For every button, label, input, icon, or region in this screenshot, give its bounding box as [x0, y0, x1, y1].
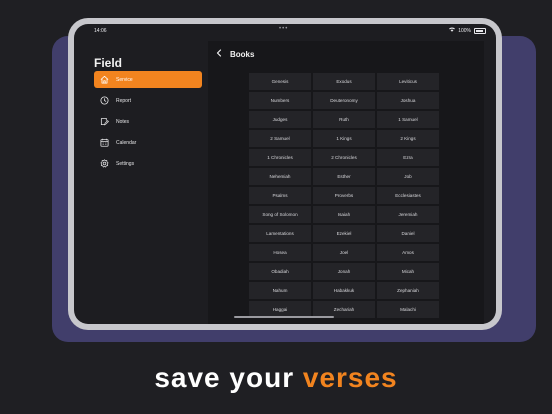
sidebar-item-label: Settings: [116, 160, 135, 167]
notes-icon: [100, 117, 109, 126]
book-button[interactable]: Genesis: [249, 73, 311, 90]
book-button[interactable]: Hosea: [249, 244, 311, 261]
book-button[interactable]: Proverbs: [313, 187, 375, 204]
sidebar-item-notes[interactable]: Notes: [94, 113, 202, 130]
multitask-dots[interactable]: •••: [279, 26, 288, 32]
wifi-icon: [449, 27, 456, 34]
book-button[interactable]: Habakkuk: [313, 282, 375, 299]
sidebar-item-calendar[interactable]: Calendar: [94, 134, 202, 151]
battery-percent: 100%: [458, 27, 471, 34]
book-button[interactable]: Obadiah: [249, 263, 311, 280]
books-grid: Genesis Exodus Leviticus Numbers Deuteronomy…: [249, 73, 439, 318]
book-button[interactable]: Joel: [313, 244, 375, 261]
book-button[interactable]: Zephaniah: [377, 282, 439, 299]
status-right: 100%: [449, 27, 486, 34]
sidebar-item-label: Report: [116, 97, 132, 104]
book-button[interactable]: 2 Chronicles: [313, 149, 375, 166]
battery-icon: [474, 27, 486, 34]
book-button[interactable]: Jeremiah: [377, 206, 439, 223]
book-button[interactable]: Job: [377, 168, 439, 185]
book-button[interactable]: 1 Samuel: [377, 111, 439, 128]
sidebar-item-report[interactable]: Report: [94, 92, 202, 109]
book-button[interactable]: Esther: [313, 168, 375, 185]
book-button[interactable]: 1 Kings: [313, 130, 375, 147]
book-button[interactable]: Joshua: [377, 92, 439, 109]
sidebar-item-settings[interactable]: Settings: [94, 155, 202, 172]
home-indicator[interactable]: [234, 316, 334, 318]
book-button[interactable]: Lamentations: [249, 225, 311, 242]
book-button[interactable]: Ezra: [377, 149, 439, 166]
books-panel: Books Genesis Exodus Leviticus Numbers Deute…: [208, 41, 484, 324]
book-button[interactable]: 2 Kings: [377, 130, 439, 147]
sidebar-item-label: Calendar: [116, 139, 137, 146]
book-button[interactable]: Ecclesiastes: [377, 187, 439, 204]
sidebar-item-label: Notes: [116, 118, 130, 125]
book-button[interactable]: Nehemiah: [249, 168, 311, 185]
tagline-highlight: verses: [302, 362, 398, 393]
book-button[interactable]: Deuteronomy: [313, 92, 375, 109]
book-button[interactable]: Malachi: [377, 301, 439, 318]
clock-icon: [100, 96, 109, 105]
book-button[interactable]: Ezekiel: [313, 225, 375, 242]
book-button[interactable]: Nahum: [249, 282, 311, 299]
sidebar-nav: Service Report Notes Calendar Settings: [94, 71, 202, 176]
book-button[interactable]: Judges: [249, 111, 311, 128]
book-button[interactable]: Exodus: [313, 73, 375, 90]
book-button[interactable]: Numbers: [249, 92, 311, 109]
sidebar-item-service[interactable]: Service: [94, 71, 202, 88]
home-icon: [100, 75, 109, 84]
book-button[interactable]: Song of Solomon: [249, 206, 311, 223]
back-chevron-icon[interactable]: [216, 49, 222, 60]
tagline: save your verses: [0, 362, 552, 394]
book-button[interactable]: Psalms: [249, 187, 311, 204]
sidebar: Field Service Report Notes Calendar Sett…: [74, 24, 208, 324]
gear-icon: [100, 159, 109, 168]
tablet-frame: 14:06 ••• 100% Field Service Report Note…: [68, 18, 502, 330]
book-button[interactable]: Ruth: [313, 111, 375, 128]
tagline-prefix: save your: [154, 362, 303, 393]
book-button[interactable]: Micah: [377, 263, 439, 280]
book-button[interactable]: Isaiah: [313, 206, 375, 223]
book-button[interactable]: Leviticus: [377, 73, 439, 90]
book-button[interactable]: 1 Chronicles: [249, 149, 311, 166]
sidebar-item-label: Service: [116, 76, 133, 83]
page-title: Books: [230, 50, 255, 59]
book-button[interactable]: Amos: [377, 244, 439, 261]
calendar-icon: [100, 138, 109, 147]
tablet-screen: 14:06 ••• 100% Field Service Report Note…: [74, 24, 496, 324]
book-button[interactable]: Jonah: [313, 263, 375, 280]
app-title: Field: [94, 56, 123, 70]
book-button[interactable]: 2 Samuel: [249, 130, 311, 147]
book-button[interactable]: Daniel: [377, 225, 439, 242]
